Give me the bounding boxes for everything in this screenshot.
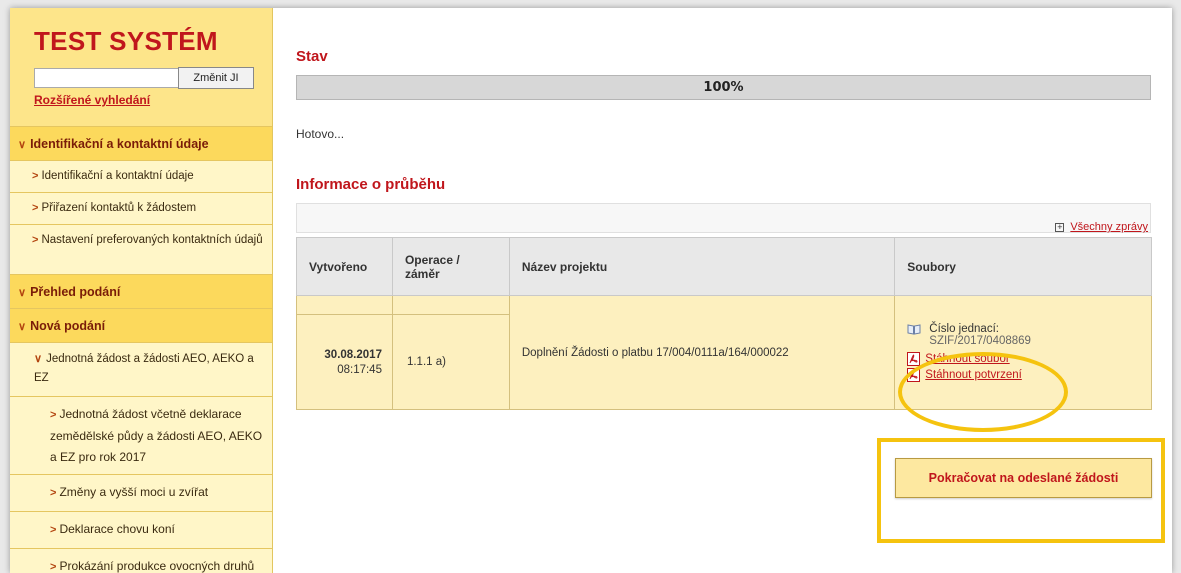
status-heading: Stav — [296, 48, 328, 65]
table-cell — [296, 295, 393, 315]
chevron-right-icon: > — [50, 409, 57, 421]
project-name-cell: Doplnění Žádosti o platbu 17/004/0111a/1… — [508, 295, 896, 410]
sidebar-item-identification-group[interactable]: ∨ Identifikační a kontaktní údaje — [10, 126, 272, 160]
status-message: Hotovo... — [296, 127, 345, 141]
progress-info-heading: Informace o průběhu — [296, 176, 446, 193]
progress-bar: 100% — [296, 75, 1151, 100]
change-ji-button[interactable]: Změnit JI — [178, 67, 254, 89]
table-cell — [391, 295, 510, 315]
pdf-icon — [907, 352, 921, 366]
sidebar-item-single-application[interactable]: ∨ Jednotná žádost a žádosti AEO, AEKO a E… — [10, 342, 272, 396]
created-cell: 30.08.2017 08:17:45 — [296, 314, 393, 410]
chevron-down-icon: ∨ — [34, 353, 43, 365]
sidebar-item-label: Jednotná žádost a žádosti AEO, AEKO a EZ — [34, 353, 254, 384]
chevron-right-icon: > — [32, 202, 39, 214]
chevron-right-icon: > — [50, 487, 57, 499]
sidebar-item-label: Nastavení preferovaných kontaktních údaj… — [41, 234, 263, 246]
sidebar-item-horse-declaration[interactable]: > Deklarace chovu koní — [10, 511, 272, 548]
highlight-rectangle — [877, 438, 1165, 543]
sidebar-item-label: Identifikační a kontaktní údaje — [41, 170, 194, 182]
sidebar-item-identification[interactable]: > Identifikační a kontaktní údaje — [10, 160, 272, 192]
table-header-row: Vytvořeno Operace / záměr Název projektu… — [296, 237, 1152, 296]
sidebar-item-animal-changes[interactable]: > Změny a vyšší moci u zvířat — [10, 474, 272, 511]
sidebar-item-label: Deklarace chovu koní — [59, 522, 175, 536]
column-header-created: Vytvořeno — [296, 237, 393, 296]
chevron-right-icon: > — [50, 561, 57, 573]
reference-number-label: Číslo jednací: — [929, 323, 999, 335]
chevron-right-icon: > — [32, 170, 39, 182]
sidebar-item-label: Přehled podání — [30, 285, 121, 299]
sidebar-item-fruit-production[interactable]: > Prokázání produkce ovocných druhů — [10, 548, 272, 573]
book-icon — [907, 323, 921, 335]
reference-number-value: SZIF/2017/0408869 — [929, 335, 1031, 346]
all-messages-link[interactable]: + Všechny zprávy — [1055, 221, 1148, 233]
chevron-down-icon: ∨ — [18, 139, 27, 151]
chevron-down-icon: ∨ — [18, 287, 27, 299]
column-header-project: Název projektu — [508, 237, 896, 296]
browser-frame: TEST SYSTÉM Změnit JI Rozšířené vyhledán… — [10, 8, 1172, 573]
sidebar-item-new-submissions[interactable]: ∨ Nová podání — [10, 308, 272, 342]
sidebar-item-preferred-contacts[interactable]: > Nastavení preferovaných kontaktních úda… — [10, 224, 272, 274]
highlight-ellipse — [898, 352, 1068, 432]
sidebar-item-label: Nová podání — [30, 319, 106, 333]
chevron-right-icon: > — [32, 234, 39, 246]
chevron-right-icon: > — [50, 524, 57, 536]
sidebar-item-label: Jednotná žádost včetně deklarace zeměděl… — [50, 407, 263, 464]
search-input[interactable] — [34, 68, 179, 88]
expand-icon: + — [1055, 221, 1065, 232]
sidebar-item-label: Změny a vyšší moci u zvířat — [59, 485, 209, 499]
sidebar-item-single-application-2017[interactable]: > Jednotná žádost včetně deklarace zemědě… — [10, 396, 272, 474]
reference-number: Číslo jednací: — [907, 323, 1151, 335]
sidebar-item-submissions-overview[interactable]: ∨ Přehled podání — [10, 274, 272, 308]
sidebar-item-label: Přiřazení kontaktů k žádostem — [41, 202, 197, 214]
column-header-operation: Operace / záměr — [391, 237, 510, 296]
sidebar: TEST SYSTÉM Změnit JI Rozšířené vyhledán… — [10, 8, 273, 573]
table-spacer-row: Doplnění Žádosti o platbu 17/004/0111a/1… — [296, 295, 1152, 410]
column-header-files: Soubory — [894, 237, 1152, 296]
messages-bar — [296, 203, 1151, 233]
sidebar-nav: ∨ Identifikační a kontaktní údaje > Identi… — [10, 126, 272, 573]
all-messages-label: Všechny zprávy — [1070, 221, 1148, 233]
sidebar-item-label: Prokázání produkce ovocných druhů — [59, 559, 255, 573]
brand-title: TEST SYSTÉM — [34, 26, 218, 56]
chevron-down-icon: ∨ — [18, 321, 27, 333]
operation-cell: 1.1.1 a) — [391, 314, 510, 410]
sidebar-item-contact-assignment[interactable]: > Přiřazení kontaktů k žádostem — [10, 192, 272, 224]
advanced-search-link[interactable]: Rozšířené vyhledání — [34, 93, 150, 107]
created-time: 08:17:45 — [337, 363, 382, 376]
created-date: 30.08.2017 — [324, 348, 382, 361]
sidebar-item-label: Identifikační a kontaktní údaje — [30, 137, 209, 151]
progress-label: 100% — [703, 80, 744, 95]
